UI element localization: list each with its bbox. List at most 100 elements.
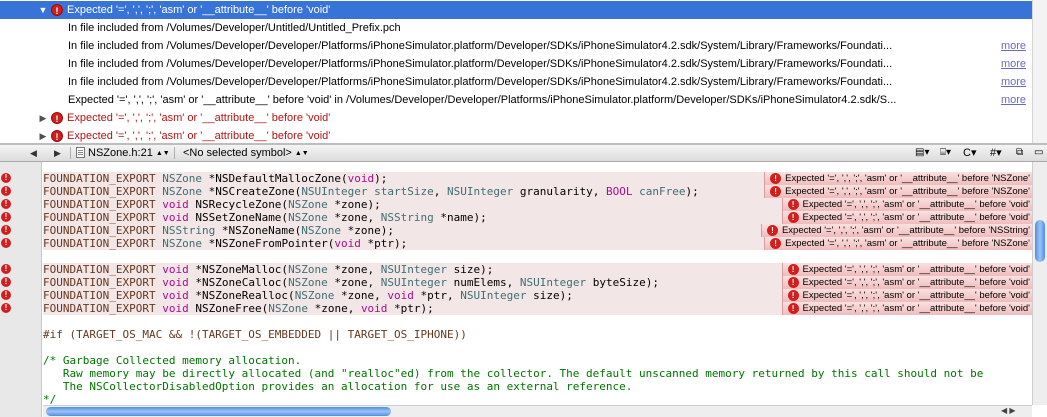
issue-detail-row[interactable]: In file included from /Volumes/Developer… (0, 19, 1047, 37)
inline-error-bubble[interactable]: ! Expected '=', ',', ';', 'asm' or '__att… (781, 198, 1032, 211)
code-line[interactable]: FOUNDATION_EXPORT void *NSZoneMalloc(NSZ… (43, 263, 1032, 276)
code-line[interactable]: #if (TARGET_OS_MAC && !(TARGET_OS_EMBEDD… (43, 328, 1032, 341)
code-line[interactable]: */ (43, 393, 1032, 405)
issue-detail-text: In file included from /Volumes/Developer… (68, 58, 893, 70)
scroll-arrows[interactable]: ◀ ▶ (1001, 405, 1031, 417)
inline-error-bubble[interactable]: ! Expected '=', ',', ';', 'asm' or '__att… (764, 172, 1032, 185)
code-token: *NSZoneRealloc( (188, 289, 295, 302)
lock-icon[interactable]: ▭ (1034, 145, 1043, 161)
scroll-right-icon[interactable]: ▶ (1009, 406, 1015, 415)
issue-detail-row[interactable]: In file included from /Volumes/Developer… (0, 73, 1047, 91)
code-token: void (360, 302, 388, 315)
error-icon[interactable]: ! (1, 225, 11, 235)
code-token: *NSCreateZone( (201, 185, 302, 198)
code-line[interactable] (43, 315, 1032, 328)
inline-error-bubble[interactable]: ! Expected '=', ',', ';', 'asm' or '__att… (764, 237, 1032, 250)
more-link[interactable]: more (1001, 55, 1026, 73)
code-line[interactable]: FOUNDATION_EXPORT void NSSetZoneName(NSZ… (43, 211, 1032, 224)
code-token: *zone, (327, 263, 381, 276)
code-line[interactable]: FOUNDATION_EXPORT NSZone *NSCreateZone(N… (43, 185, 1032, 198)
code-line[interactable]: FOUNDATION_EXPORT void *NSZoneRealloc(NS… (43, 289, 1032, 302)
disclosure-down-icon[interactable]: ▼ (38, 1, 48, 19)
updown-icon: ▲▼ (155, 150, 170, 157)
code-token: NSUInteger (301, 185, 368, 198)
inline-error-bubble[interactable]: ! Expected '=', ',', ';', 'asm' or '__att… (764, 185, 1032, 198)
code-token: FOUNDATION_EXPORT (43, 263, 156, 276)
inline-error-bubble[interactable]: ! Expected '=', ',', ';', 'asm' or '__att… (781, 211, 1032, 224)
separator (70, 147, 71, 159)
bookmarks-icon[interactable]: ▤▾ (915, 145, 929, 161)
issues-scrollbar[interactable] (1032, 0, 1047, 143)
scroll-thumb[interactable] (1035, 220, 1045, 262)
issue-detail-row[interactable]: In file included from /Volumes/Developer… (0, 37, 1047, 55)
include-popup[interactable]: #▾ (990, 145, 1002, 161)
code-line[interactable]: FOUNDATION_EXPORT NSString *NSZoneName(N… (43, 224, 1032, 237)
inline-error-bubble[interactable]: ! Expected '=', ',', ';', 'asm' or '__att… (781, 289, 1032, 302)
inline-error-bubble[interactable]: ! Expected '=', ',', ';', 'asm' or '__att… (781, 263, 1032, 276)
code-line[interactable]: Raw memory may be directly allocated (an… (43, 367, 1032, 380)
code-line[interactable]: The NSCollectorDisabledOption provides a… (43, 380, 1032, 393)
inline-error-bubble[interactable]: ! Expected '=', ',', ';', 'asm' or '__att… (781, 276, 1032, 289)
more-link[interactable]: more (1001, 73, 1026, 91)
horizontal-scrollbar[interactable] (43, 405, 1032, 417)
code-line[interactable] (43, 341, 1032, 354)
code-token: *ptr); (387, 302, 434, 315)
error-icon[interactable]: ! (1, 199, 11, 209)
code-token: NSZone (288, 211, 328, 224)
code-token: ); (374, 172, 388, 185)
code-line[interactable]: FOUNDATION_EXPORT void NSRecycleZone(NSZ… (43, 198, 1032, 211)
breakpoints-icon[interactable]: ⌸▾ (940, 145, 951, 161)
issue-detail-row[interactable]: Expected '=', ',', ';', 'asm' or '__attr… (0, 91, 1047, 109)
code-token: *NSZoneMalloc( (188, 263, 289, 276)
scroll-thumb[interactable] (46, 407, 391, 416)
code-line[interactable] (43, 250, 1032, 263)
inline-error-bubble[interactable]: ! Expected '=', ',', ';', 'asm' or '__att… (760, 224, 1032, 237)
error-icon[interactable]: ! (1, 290, 11, 300)
scroll-left-icon[interactable]: ◀ (1001, 406, 1007, 415)
issue-detail-row[interactable]: In file included from /Volumes/Developer… (0, 55, 1047, 73)
code-line[interactable]: /* Garbage Collected memory allocation. (43, 354, 1032, 367)
code-line[interactable]: FOUNDATION_EXPORT NSZone *NSZoneFromPoin… (43, 237, 1032, 250)
back-arrow-icon[interactable]: ◀ (30, 145, 37, 161)
file-popup[interactable]: NSZone.h:21 ▲▼ (76, 145, 170, 161)
code-line[interactable]: FOUNDATION_EXPORT void NSZoneFree(NSZone… (43, 302, 1032, 315)
code-token: FOUNDATION_EXPORT (43, 302, 156, 315)
code-token: startSize (374, 185, 434, 198)
editor-gutter[interactable]: !!!!!!!!!! (0, 162, 42, 417)
vertical-scrollbar[interactable] (1032, 162, 1047, 405)
code-token: The NSCollectorDisabledOption provides a… (43, 380, 633, 393)
build-issues-list[interactable]: ▼! Expected '=', ',', ';', 'asm' or '__at… (0, 0, 1047, 143)
code-editor[interactable]: FOUNDATION_EXPORT NSZone *NSDefaultMallo… (43, 162, 1032, 405)
error-icon[interactable]: ! (1, 303, 11, 313)
inline-error-text: Expected '=', ',', ';', 'asm' or '__attr… (802, 303, 1030, 314)
more-link[interactable]: more (1001, 37, 1026, 55)
inline-error-bubble[interactable]: ! Expected '=', ',', ';', 'asm' or '__att… (781, 302, 1032, 315)
issue-row[interactable]: ▶! Expected '=', ',', ';', 'asm' or '__at… (0, 127, 1047, 143)
error-icon[interactable]: ! (1, 173, 11, 183)
error-icon[interactable]: ! (1, 264, 11, 274)
disclosure-right-icon[interactable]: ▶ (38, 109, 48, 127)
disclosure-right-icon[interactable]: ▶ (38, 127, 48, 143)
code-line[interactable]: FOUNDATION_EXPORT void *NSZoneCalloc(NSZ… (43, 276, 1032, 289)
error-icon[interactable]: ! (1, 186, 11, 196)
error-icon[interactable]: ! (1, 277, 11, 287)
error-icon[interactable]: ! (1, 212, 11, 222)
split-editor-icon[interactable]: ⧉ (1016, 145, 1023, 161)
code-token: *NSZoneFromPointer( (201, 237, 335, 250)
issue-row[interactable]: ▼! Expected '=', ',', ';', 'asm' or '__at… (0, 1, 1047, 19)
code-line[interactable]: FOUNDATION_EXPORT NSZone *NSDefaultMallo… (43, 172, 1032, 185)
code-token: void (334, 237, 361, 250)
issue-row[interactable]: ▶! Expected '=', ',', ';', 'asm' or '__at… (0, 109, 1047, 127)
symbol-popup[interactable]: <No selected symbol> ▲▼ (183, 145, 309, 161)
code-token: NSString (162, 224, 216, 237)
error-icon[interactable]: ! (1, 238, 11, 248)
code-token: *zone, (327, 276, 381, 289)
code-token: NSZoneFree( (188, 302, 269, 315)
file-name: NSZone.h:21 (88, 147, 153, 159)
code-token: void (347, 172, 375, 185)
inline-error-text: Expected '=', ',', ';', 'asm' or '__attr… (781, 225, 1030, 236)
more-link[interactable]: more (1001, 91, 1026, 109)
forward-arrow-icon[interactable]: ▶ (54, 145, 61, 161)
code-token: ); (685, 185, 699, 198)
counterpart-popup[interactable]: C▾ (963, 145, 976, 161)
